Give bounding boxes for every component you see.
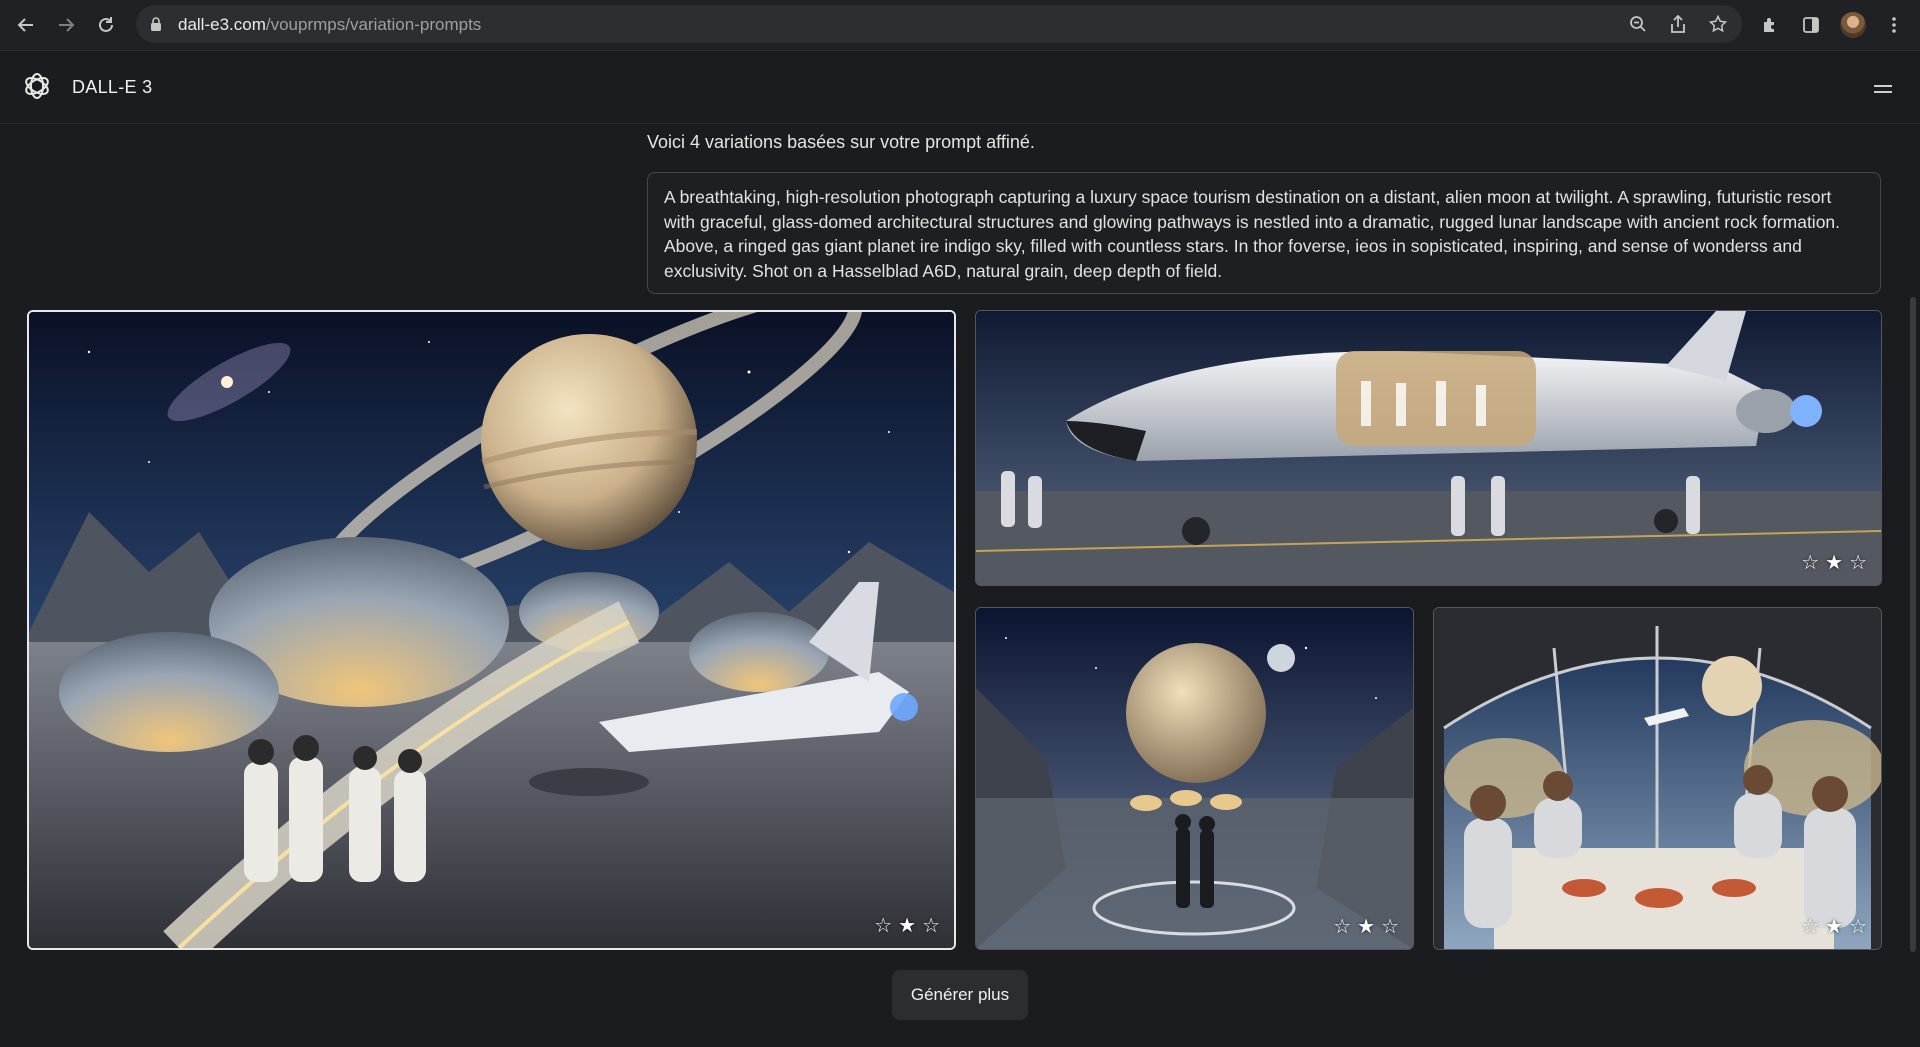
app-title: DALL-E 3 [72, 77, 153, 97]
extensions-icon[interactable] [1756, 11, 1784, 39]
star-empty-icon[interactable]: ☆ [1381, 914, 1399, 939]
page-scrollbar[interactable] [1910, 297, 1916, 952]
rating-stars: ☆ ★ ☆ [874, 913, 940, 938]
variation-image-4[interactable]: ☆ ★ ☆ [1433, 607, 1882, 950]
refined-prompt-box: A breathtaking, high-resolution photogra… [647, 172, 1881, 294]
star-empty-icon[interactable]: ☆ [922, 913, 940, 938]
hamburger-menu-icon[interactable] [1874, 85, 1892, 95]
side-panel-icon[interactable] [1797, 11, 1825, 39]
url-text[interactable]: dall-e3.com/vouprmps/variation-prompts [178, 15, 481, 35]
variation-image-1[interactable]: ☆ ★ ☆ [27, 310, 956, 950]
couple-overlook-image [976, 608, 1413, 949]
openai-logo-icon[interactable] [22, 71, 52, 101]
back-arrow-icon[interactable] [12, 11, 40, 39]
star-filled-icon[interactable]: ★ [1825, 550, 1843, 575]
star-empty-icon[interactable]: ☆ [1849, 550, 1867, 575]
browser-toolbar: dall-e3.com/vouprmps/variation-prompts [0, 0, 1920, 51]
star-filled-icon[interactable]: ★ [1357, 914, 1375, 939]
star-empty-icon[interactable]: ☆ [1333, 914, 1351, 939]
reload-icon[interactable] [92, 11, 120, 39]
star-empty-icon[interactable]: ☆ [1849, 914, 1867, 939]
dome-dining-image [1434, 608, 1881, 949]
star-filled-icon[interactable]: ★ [898, 913, 916, 938]
space-shuttle-image [976, 311, 1881, 585]
rating-stars: ☆ ★ ☆ [1801, 914, 1867, 939]
star-empty-icon[interactable]: ☆ [1801, 914, 1819, 939]
bookmark-star-icon[interactable] [1704, 10, 1732, 38]
url-host: dall-e3.com [178, 15, 266, 34]
zoom-icon[interactable] [1624, 10, 1652, 38]
variations-intro-text: Voici 4 variations basées sur votre prom… [647, 132, 1035, 152]
lock-icon [151, 17, 161, 31]
url-path: /vouprmps/variation-prompts [265, 15, 482, 34]
share-icon[interactable] [1664, 10, 1692, 38]
star-filled-icon[interactable]: ★ [1825, 914, 1843, 939]
address-bar[interactable]: dall-e3.com/vouprmps/variation-prompts [136, 5, 1742, 43]
app-header: DALL-E 3 [0, 51, 1920, 124]
forward-arrow-icon[interactable] [52, 11, 80, 39]
rating-stars: ☆ ★ ☆ [1333, 914, 1399, 939]
kebab-menu-icon[interactable] [1880, 11, 1908, 39]
generate-more-button[interactable]: Générer plus [892, 970, 1028, 1020]
star-empty-icon[interactable]: ☆ [874, 913, 892, 938]
star-empty-icon[interactable]: ☆ [1801, 550, 1819, 575]
rating-stars: ☆ ★ ☆ [1801, 550, 1867, 575]
variation-image-2[interactable]: ☆ ★ ☆ [975, 310, 1882, 586]
variation-image-3[interactable]: ☆ ★ ☆ [975, 607, 1414, 950]
lunar-resort-image [29, 312, 954, 948]
profile-avatar[interactable] [1840, 12, 1866, 38]
